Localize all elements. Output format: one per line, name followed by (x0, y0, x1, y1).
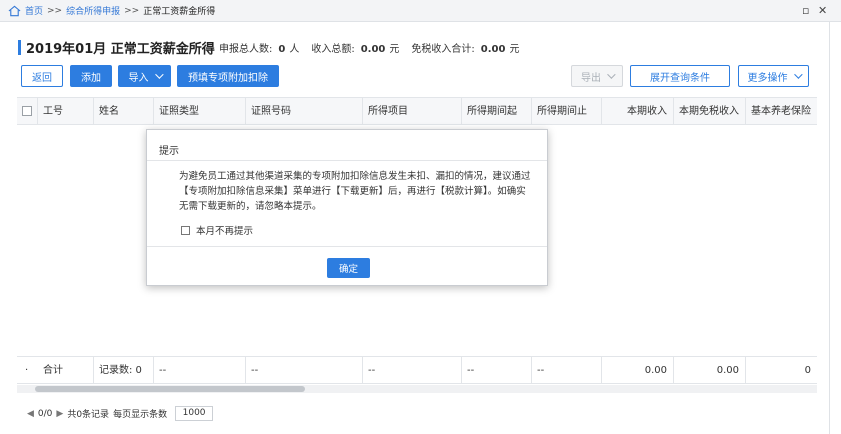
totals-row-marker: · (25, 365, 29, 376)
confirm-button[interactable]: 确定 (327, 258, 370, 278)
page-title: 2019年01月 正常工资薪金所得 (26, 41, 215, 57)
prompt-dialog: 提示 为避免员工通过其他渠道采集的专项附加扣除信息发生未扣、漏扣的情况，建议通过… (146, 129, 548, 286)
page-info: 0/0 (37, 408, 53, 419)
export-dropdown-button[interactable]: 导出 (571, 65, 623, 87)
breadcrumb-comprehensive-income[interactable]: 综合所得申报 (66, 4, 120, 17)
page-header: 2019年01月 正常工资薪金所得 (18, 38, 215, 57)
pension-insurance-total: 0 (804, 365, 811, 376)
add-button[interactable]: 添加 (70, 65, 112, 87)
table-header: 工号 姓名 证照类型 证照号码 所得项目 所得期间起 所得期间止 本期收入 本期… (17, 97, 817, 125)
more-actions-dropdown-button[interactable]: 更多操作 (738, 65, 809, 87)
breadcrumb: 首页 >> 综合所得申报 >> 正常工资薪金所得 ▫ ✕ (0, 0, 841, 22)
dialog-message: 为避免员工通过其他渠道采集的专项附加扣除信息发生未扣、漏扣的情况，建议通过【专项… (179, 171, 531, 212)
column-header-pension-insurance[interactable]: 基本养老保险 (745, 98, 817, 125)
table-totals-row: · 合计 记录数: 0 -- -- -- -- -- 0.00 0.00 0 (17, 356, 817, 384)
current-income-total: 0.00 (644, 365, 667, 376)
period-start-total: -- (467, 365, 475, 376)
taxfree-total-unit: 元 (509, 44, 520, 55)
horizontal-scrollbar[interactable] (17, 385, 817, 393)
people-count-label: 申报总人数: (219, 44, 273, 55)
breadcrumb-separator: >> (47, 5, 63, 16)
column-header-current-income[interactable]: 本期收入 (601, 98, 673, 125)
column-header-name[interactable]: 姓名 (93, 98, 153, 125)
id-type-total: -- (159, 365, 167, 376)
people-count-unit: 人 (289, 44, 300, 55)
chevron-down-icon (793, 70, 803, 79)
column-header-id-number[interactable]: 证照号码 (245, 98, 362, 125)
total-records: 共0条记录 (67, 410, 110, 420)
chevron-down-icon (607, 70, 616, 79)
dialog-title-divider (147, 160, 547, 161)
back-button[interactable]: 返回 (21, 65, 63, 87)
totals-label: 合计 (43, 365, 63, 376)
income-total-label: 收入总额: (311, 44, 355, 55)
select-all-checkbox[interactable] (22, 106, 32, 116)
chevron-down-icon (154, 70, 164, 79)
record-count: 记录数: 0 (99, 365, 142, 376)
page-size-input[interactable]: 1000 (175, 406, 214, 421)
income-total-unit: 元 (389, 44, 400, 55)
column-header-id-type[interactable]: 证照类型 (153, 98, 245, 125)
column-header-period-end[interactable]: 所得期间止 (531, 98, 601, 125)
breadcrumb-separator: >> (124, 5, 140, 16)
taxfree-total-value: 0.00 (480, 44, 506, 55)
import-dropdown-button[interactable]: 导入 (118, 65, 171, 87)
restore-window-button[interactable]: ▫ (802, 4, 809, 17)
income-item-total: -- (368, 365, 376, 376)
more-actions-label: 更多操作 (747, 72, 788, 84)
export-button-label: 导出 (581, 72, 601, 84)
import-button-label: 导入 (128, 72, 149, 84)
id-number-total: -- (251, 365, 259, 376)
dialog-title: 提示 (159, 146, 179, 157)
close-window-button[interactable]: ✕ (818, 4, 827, 17)
column-header-taxfree-income[interactable]: 本期免税收入 (673, 98, 745, 125)
pagination: ◀ 0/0 ▶ 共0条记录 每页显示条数 1000 (27, 406, 214, 421)
home-icon[interactable] (8, 5, 21, 17)
breadcrumb-home[interactable]: 首页 (25, 4, 43, 17)
next-page-icon[interactable]: ▶ (56, 409, 63, 419)
dialog-footer-divider (147, 246, 547, 247)
income-total-value: 0.00 (360, 44, 386, 55)
scrollbar-thumb[interactable] (35, 386, 305, 392)
period-end-total: -- (537, 365, 545, 376)
dont-remind-checkbox[interactable] (181, 225, 190, 235)
breadcrumb-current: 正常工资薪金所得 (143, 7, 216, 17)
expand-query-button[interactable]: 展开查询条件 (630, 65, 730, 87)
people-count-value: 0 (278, 44, 286, 55)
dont-remind-checkbox-row[interactable]: 本月不再提示 (181, 223, 253, 237)
taxfree-income-total: 0.00 (716, 365, 739, 376)
prev-page-icon[interactable]: ◀ (27, 409, 34, 419)
column-header-period-start[interactable]: 所得期间起 (461, 98, 531, 125)
page-size-label: 每页显示条数 (113, 410, 168, 420)
declaration-summary: 申报总人数: 0 人 收入总额: 0.00 元 免税收入合计: 0.00 元 (219, 40, 519, 55)
taxfree-total-label: 免税收入合计: (411, 44, 475, 55)
dont-remind-label[interactable]: 本月不再提示 (196, 223, 253, 237)
prefill-special-deduction-button[interactable]: 预填专项附加扣除 (177, 65, 279, 87)
column-header-employee-id[interactable]: 工号 (37, 98, 93, 125)
content-border (829, 22, 830, 434)
column-header-income-item[interactable]: 所得项目 (362, 98, 461, 125)
title-accent-bar (18, 39, 21, 55)
